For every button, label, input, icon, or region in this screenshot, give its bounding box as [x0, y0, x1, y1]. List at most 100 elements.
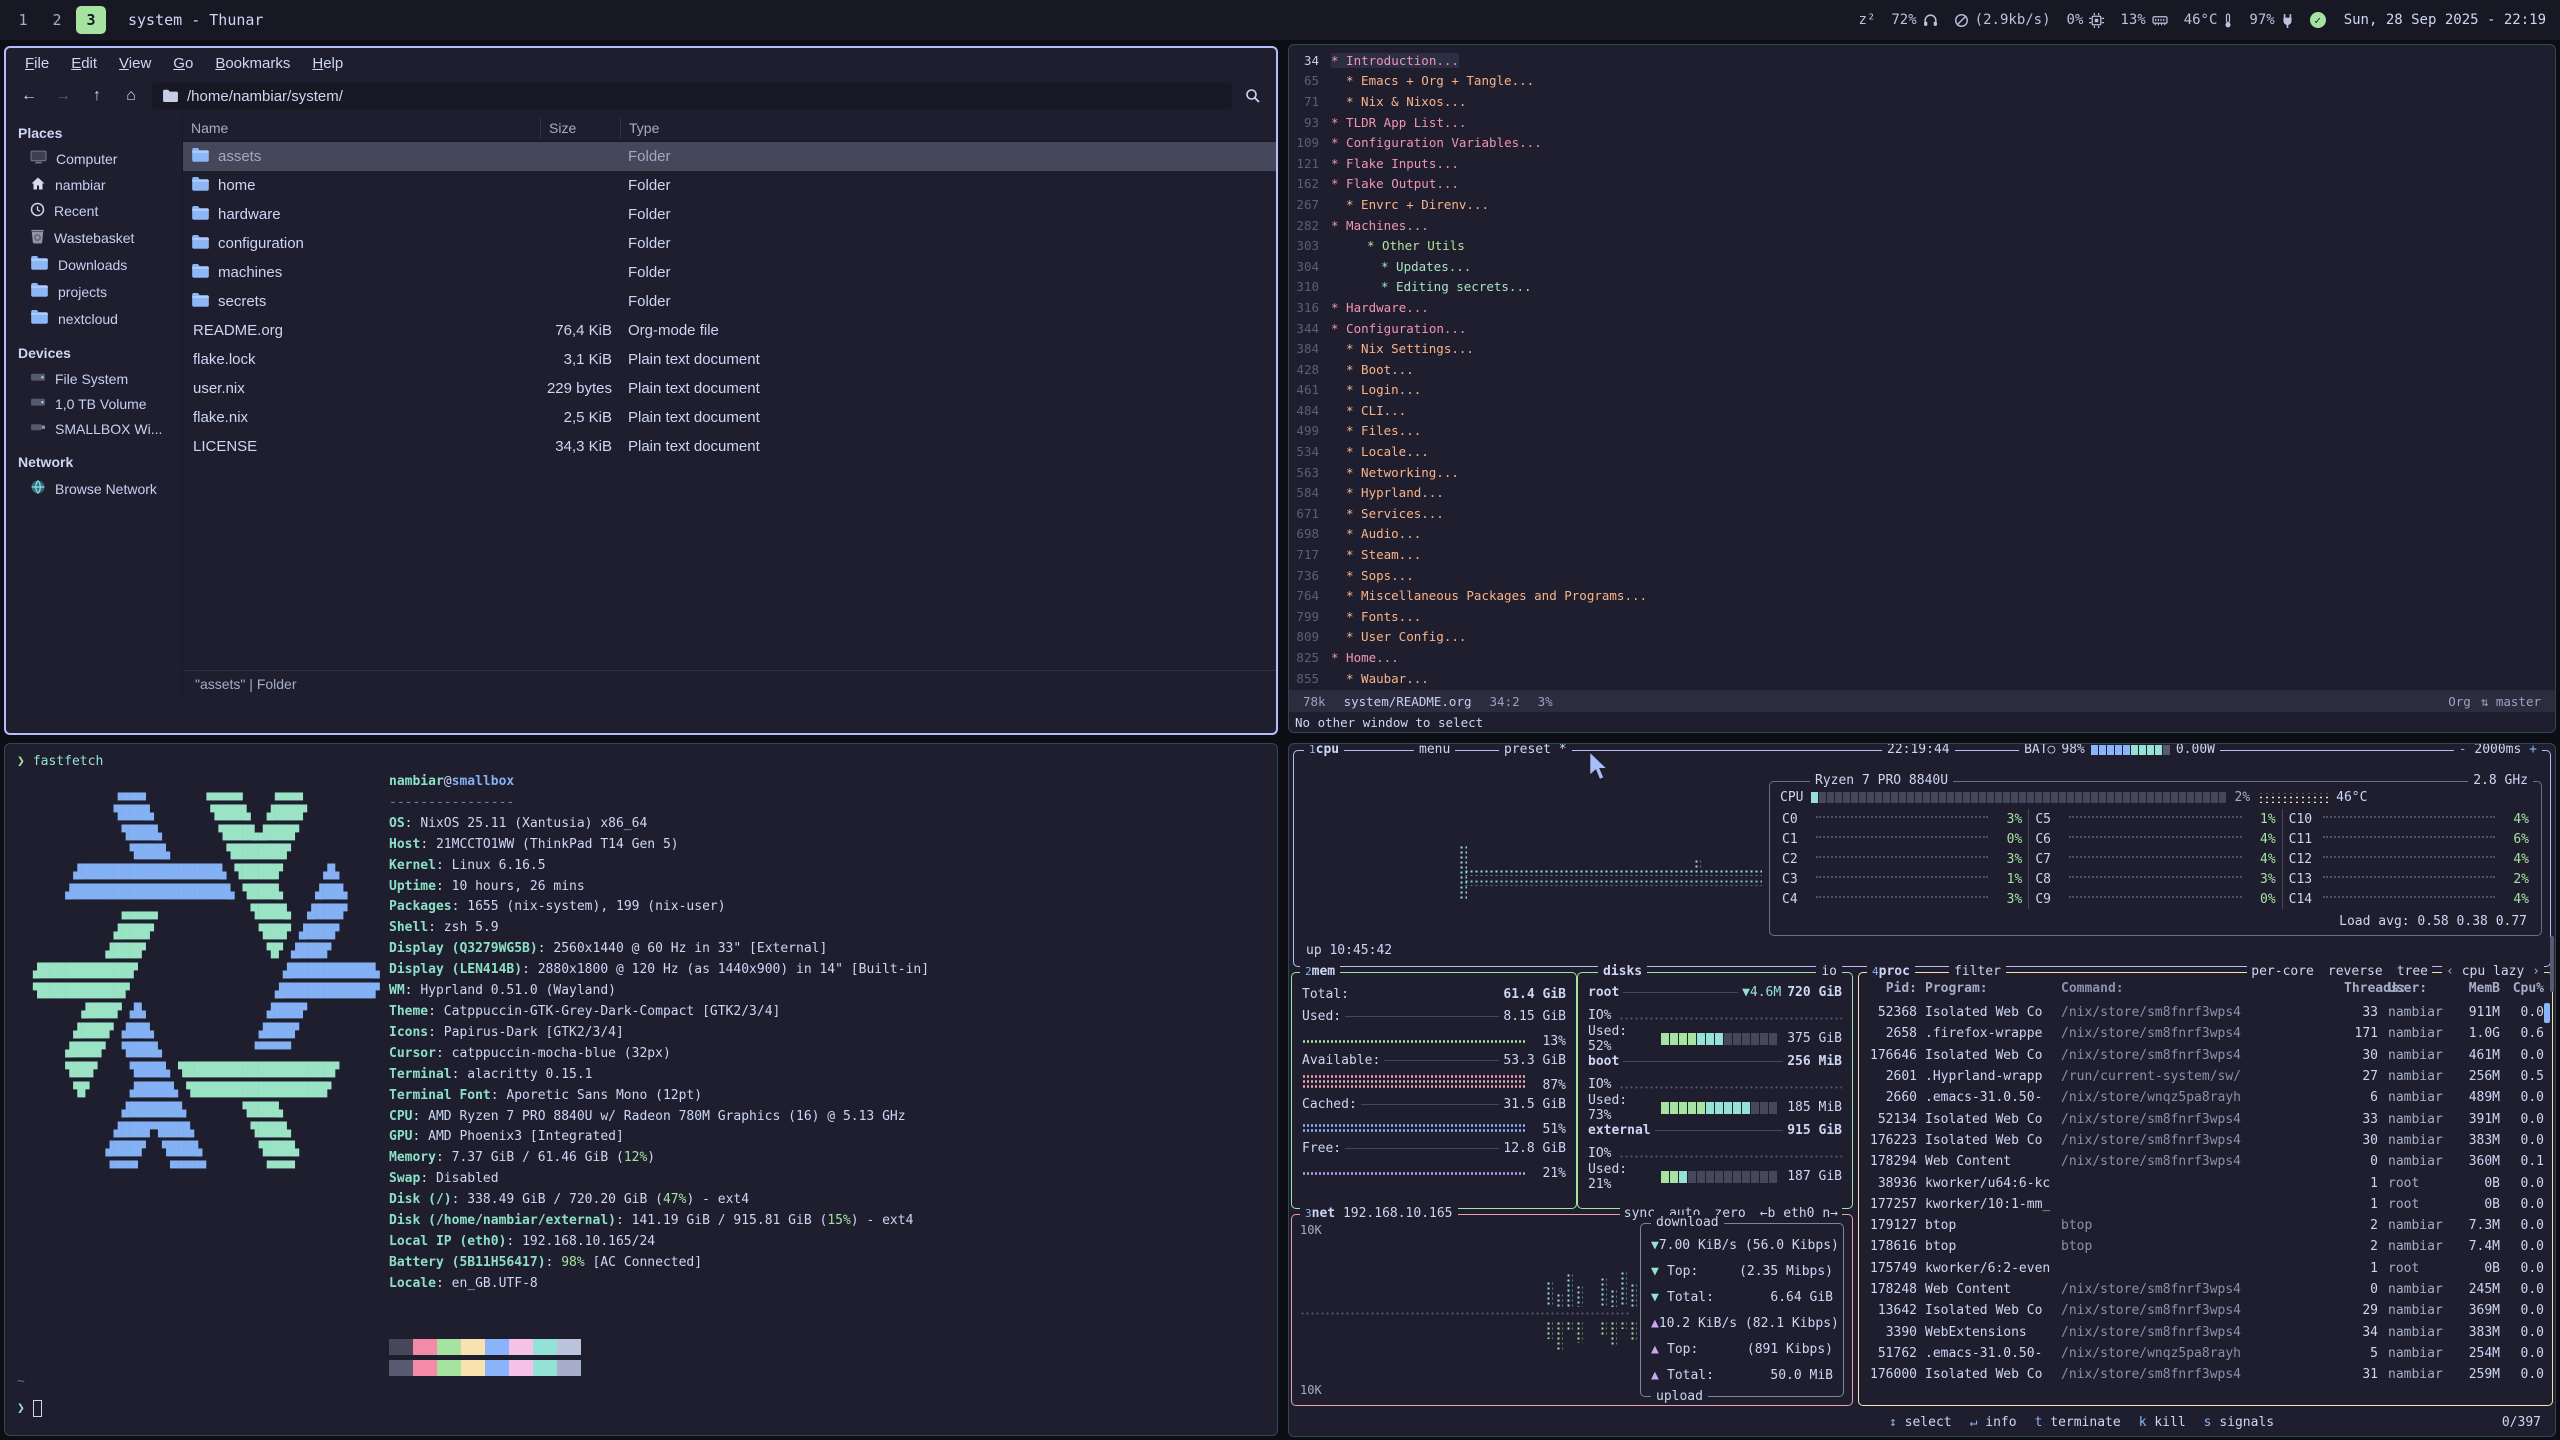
ram-tray-item[interactable]: 13% [2120, 12, 2167, 28]
disks-box-title[interactable]: disks [1598, 964, 1647, 980]
file-row[interactable]: README.org76,4 KiBOrg-mode file [183, 316, 1276, 345]
org-line[interactable]: 267* Envrc + Direnv... [1289, 194, 2555, 215]
sleep-tray-item[interactable]: z² [1859, 12, 1876, 28]
org-line[interactable]: 282* Machines... [1289, 215, 2555, 236]
file-row[interactable]: machinesFolder [183, 258, 1276, 287]
proc-header-Threads[interactable]: Threads: [2344, 981, 2378, 1002]
proc-row[interactable]: 52368Isolated Web Co/nix/store/sm8fnrf3w… [1867, 1002, 2544, 1023]
shell-prompt[interactable]: ❯ [17, 1400, 42, 1417]
cpu-tray-item[interactable]: 0% [2067, 12, 2105, 28]
sidebar-item-browse-network[interactable]: Browse Network [6, 475, 182, 502]
sidebar-item-downloads[interactable]: Downloads [6, 251, 182, 278]
org-line[interactable]: 316* Hardware... [1289, 297, 2555, 318]
arrow-right-button[interactable]: → [48, 83, 78, 109]
proc-row[interactable]: 2658.firefox-wrappe/nix/store/sm8fnrf3wp… [1867, 1023, 2544, 1044]
proc-options[interactable]: per-core reverse tree [2247, 964, 2432, 979]
plug-tray-item[interactable]: 97% [2249, 12, 2293, 28]
filter-button[interactable]: filter [1949, 964, 2006, 980]
org-line[interactable]: 93* TLDR App List... [1289, 112, 2555, 133]
org-line[interactable]: 499* Files... [1289, 421, 2555, 442]
org-line[interactable]: 121* Flake Inputs... [1289, 153, 2555, 174]
proc-row[interactable]: 2601.Hyprland-wrapp/run/current-system/s… [1867, 1066, 2544, 1087]
update-interval[interactable]: - 2000ms + [2454, 743, 2542, 758]
org-line[interactable]: 109* Configuration Variables... [1289, 132, 2555, 153]
proc-row[interactable]: 176000Isolated Web Co/nix/store/sm8fnrf3… [1867, 1364, 2544, 1385]
proc-header-Cpu%[interactable]: Cpu% [2500, 981, 2544, 1002]
org-line[interactable]: 855* Waubar... [1289, 668, 2555, 689]
arrow-up-button[interactable]: ↑ [82, 83, 112, 109]
proc-row[interactable]: 2660.emacs-31.0.50-/nix/store/wnqz5pa8ra… [1867, 1087, 2544, 1108]
sidebar-item-smallbox-wi-[interactable]: SMALLBOX Wi... [6, 416, 182, 441]
home-button[interactable]: ⌂ [116, 83, 146, 109]
menu-bookmarks[interactable]: Bookmarks [206, 53, 299, 74]
org-line[interactable]: 384* Nix Settings... [1289, 338, 2555, 359]
mem-box-title[interactable]: 2mem [1300, 964, 1340, 980]
sidebar-item-1-0-tb-volume[interactable]: 1,0 TB Volume [6, 391, 182, 416]
proc-row[interactable]: 3390WebExtensions/nix/store/sm8fnrf3wps4… [1867, 1321, 2544, 1342]
file-row[interactable]: flake.nix2,5 KiBPlain text document [183, 403, 1276, 432]
proc-row[interactable]: 179127btopbtop2nambiar7.3M0.0 [1867, 1215, 2544, 1236]
preset-button[interactable]: preset * [1499, 743, 1572, 758]
proc-action-info[interactable]: ↵ info [1970, 1415, 2017, 1430]
proc-row[interactable]: 178294Web Content/nix/store/sm8fnrf3wps4… [1867, 1151, 2544, 1172]
proc-header-MemB[interactable]: MemB [2448, 981, 2500, 1002]
org-line[interactable]: 671* Services... [1289, 503, 2555, 524]
proc-header-Program[interactable]: Program: [1925, 981, 2061, 1002]
path-bar[interactable]: /home/nambiar/system/ [152, 83, 1232, 109]
path-text[interactable]: /home/nambiar/system/ [187, 88, 343, 105]
workspace-1[interactable]: 1 [8, 6, 38, 34]
org-line[interactable]: 304* Updates... [1289, 256, 2555, 277]
org-line[interactable]: 310* Editing secrets... [1289, 277, 2555, 298]
menu-file[interactable]: File [16, 53, 58, 74]
file-row[interactable]: hardwareFolder [183, 200, 1276, 229]
menu-help[interactable]: Help [303, 53, 352, 74]
org-line[interactable]: 34* Introduction... [1289, 50, 2555, 71]
proc-row[interactable]: 51762.emacs-31.0.50-/nix/store/wnqz5pa8r… [1867, 1343, 2544, 1364]
proc-box-title[interactable]: 4proc [1867, 964, 1915, 980]
column-header-type[interactable]: Type [620, 118, 1276, 138]
org-line[interactable]: 563* Networking... [1289, 462, 2555, 483]
org-line[interactable]: 799* Fonts... [1289, 606, 2555, 627]
org-line[interactable]: 534* Locale... [1289, 441, 2555, 462]
menu-go[interactable]: Go [164, 53, 202, 74]
proc-option-per-core[interactable]: per-core [2251, 964, 2314, 979]
proc-scrollbar[interactable] [2544, 1003, 2550, 1023]
org-line[interactable]: 303* Other Utils [1289, 235, 2555, 256]
sidebar-item-wastebasket[interactable]: Wastebasket [6, 224, 182, 251]
file-row[interactable]: assetsFolder [183, 142, 1276, 171]
org-line[interactable]: 717* Steam... [1289, 544, 2555, 565]
proc-action-kill[interactable]: k kill [2139, 1415, 2186, 1430]
org-line[interactable]: 71* Nix & Nixos... [1289, 91, 2555, 112]
proc-action-select[interactable]: ↕ select [1889, 1415, 1952, 1430]
proc-header-Pid[interactable]: Pid: [1867, 981, 1925, 1002]
column-header-name[interactable]: Name [183, 118, 540, 138]
file-row[interactable]: LICENSE34,3 KiBPlain text document [183, 432, 1276, 461]
org-line[interactable]: 736* Sops... [1289, 565, 2555, 586]
file-row[interactable]: configurationFolder [183, 229, 1276, 258]
org-buffer[interactable]: 34* Introduction...65* Emacs + Org + Tan… [1289, 45, 2555, 690]
file-row[interactable]: user.nix229 bytesPlain text document [183, 374, 1276, 403]
column-header-size[interactable]: Size [540, 118, 620, 138]
menu-view[interactable]: View [110, 53, 160, 74]
link-tray-item[interactable]: (2.9kb/s) [1954, 12, 2051, 28]
org-line[interactable]: 65* Emacs + Org + Tangle... [1289, 71, 2555, 92]
temp-tray-item[interactable]: 46°C [2184, 12, 2234, 28]
proc-row[interactable]: 176223Isolated Web Co/nix/store/sm8fnrf3… [1867, 1130, 2544, 1151]
proc-row[interactable]: 176646Isolated Web Co/nix/store/sm8fnrf3… [1867, 1045, 2544, 1066]
proc-row[interactable]: 178248Web Content/nix/store/sm8fnrf3wps4… [1867, 1279, 2544, 1300]
sort-mode[interactable]: ‹ cpu lazy › [2442, 964, 2544, 979]
proc-row[interactable]: 38936kworker/u64:6-kc1root0B0.0 [1867, 1172, 2544, 1193]
org-line[interactable]: 484* CLI... [1289, 400, 2555, 421]
sidebar-item-computer[interactable]: Computer [6, 146, 182, 172]
menu-edit[interactable]: Edit [62, 53, 106, 74]
terminal-scrollbar[interactable] [2550, 936, 2554, 992]
proc-row[interactable]: 52134Isolated Web Co/nix/store/sm8fnrf3w… [1867, 1108, 2544, 1129]
proc-option-tree[interactable]: tree [2397, 964, 2428, 979]
menu-button[interactable]: menu [1414, 743, 1455, 758]
proc-row[interactable]: 175749kworker/6:2-even1root0B0.0 [1867, 1258, 2544, 1279]
org-line[interactable]: 461* Login... [1289, 380, 2555, 401]
proc-action-signals[interactable]: s signals [2204, 1415, 2274, 1430]
workspace-3[interactable]: 3 [76, 6, 106, 34]
net-option-beth0n[interactable]: ←b eth0 n→ [1760, 1206, 1838, 1221]
proc-option-reverse[interactable]: reverse [2328, 964, 2383, 979]
